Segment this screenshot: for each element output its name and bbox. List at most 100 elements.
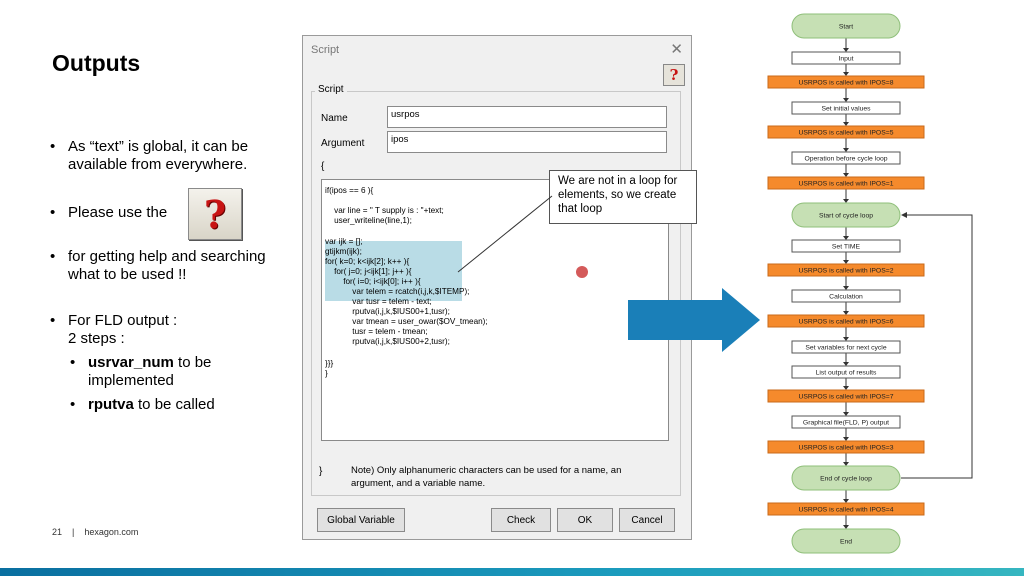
argument-label: Argument xyxy=(321,138,365,149)
code-line: for( k=0; k<ijk[2]; k++ ){ xyxy=(325,257,410,266)
code-line: gtijkm(ijk); xyxy=(325,247,362,256)
brace-open: { xyxy=(321,161,325,172)
flow-call-box xyxy=(767,314,925,328)
arrowhead-icon xyxy=(843,437,849,441)
arrowhead-icon xyxy=(843,386,849,390)
bullet-fld-output: For FLD output :2 steps : xyxy=(48,312,298,348)
flow-call-box xyxy=(767,440,925,454)
code-line: } xyxy=(325,369,328,378)
check-button[interactable]: Check xyxy=(491,508,551,532)
flow-call-box xyxy=(767,176,925,190)
code-line: }}} xyxy=(325,359,334,368)
cancel-button[interactable]: Cancel xyxy=(619,508,675,532)
question-icon: ? xyxy=(669,66,679,84)
code-line: tusr = telem - tmean; xyxy=(325,327,428,336)
code-line: for( j=0; j<ijk[1]; j++ ){ xyxy=(325,267,412,276)
flow-call-box xyxy=(767,389,925,403)
code-line: var line = " T supply is : "+text; xyxy=(325,206,444,215)
flow-node-label: USRPOS is called with IPOS=7 xyxy=(798,394,893,401)
flow-node-label: USRPOS is called with IPOS=2 xyxy=(798,268,893,275)
arrowhead-icon xyxy=(843,260,849,264)
flow-node-label: Start of cycle loop xyxy=(819,213,873,220)
arrowhead-icon xyxy=(843,412,849,416)
callout-box: We are not in a loop for elements, so we… xyxy=(549,170,697,224)
dialog-note: Note) Only alphanumeric characters can b… xyxy=(351,465,622,489)
bullet-global-text: As “text” is global, it can be available… xyxy=(48,138,298,174)
arrowhead-icon xyxy=(843,362,849,366)
arrowhead-icon xyxy=(843,311,849,315)
flow-node-label: Calculation xyxy=(829,294,863,301)
script-dialog: Script ✕ ? Script Name usrpos Argument i… xyxy=(302,35,692,540)
flow-node-label: Graphical file(FLD, P) output xyxy=(803,420,889,427)
flow-node-label: List output of results xyxy=(816,370,877,377)
flow-call-box xyxy=(767,263,925,277)
flow-node-label: Operation before cycle loop xyxy=(804,156,887,163)
mouse-pointer-icon xyxy=(576,266,588,278)
flow-process-box xyxy=(791,51,901,65)
flow-node-label: USRPOS is called with IPOS=4 xyxy=(798,507,893,514)
flow-call-box xyxy=(767,502,925,516)
page-number: 21 xyxy=(52,527,63,537)
flow-process-box xyxy=(791,151,901,165)
code-line: for( i=0; i<ijk[0]; i++ ){ xyxy=(325,277,421,286)
arrowhead-icon xyxy=(843,236,849,240)
flow-node-label: Set variables for next cycle xyxy=(805,345,886,352)
flow-process-box xyxy=(791,365,901,379)
ok-button[interactable]: OK xyxy=(557,508,613,532)
close-icon[interactable]: ✕ xyxy=(670,40,683,58)
loop-back-connector xyxy=(901,214,973,479)
flow-terminal xyxy=(791,202,901,228)
flow-call-box xyxy=(767,125,925,139)
group-label: Script xyxy=(315,84,347,95)
flow-node-label: USRPOS is called with IPOS=6 xyxy=(798,319,893,326)
bottom-bar xyxy=(0,568,1024,576)
sub-bullet-usrvar: usrvar_num to be implemented xyxy=(48,354,298,390)
flow-node-label: USRPOS is called with IPOS=8 xyxy=(798,80,893,87)
arrowhead-icon xyxy=(843,499,849,503)
arrowhead-icon xyxy=(843,286,849,290)
footer-site: hexagon.com xyxy=(84,527,139,537)
argument-field[interactable]: ipos xyxy=(387,131,667,153)
flow-terminal xyxy=(791,528,901,554)
code-line: user_writeline(line,1); xyxy=(325,216,412,225)
code-line: var tmean = user_owar($OV_tmean); xyxy=(325,317,488,326)
code-line: rputva(i,j,k,$IUS00+2,tusr); xyxy=(325,337,450,346)
flow-node-label: End of cycle loop xyxy=(820,476,872,483)
arrowhead-icon xyxy=(843,173,849,177)
arrowhead-icon xyxy=(843,462,849,466)
slide-title: Outputs xyxy=(52,50,141,76)
flow-call-box xyxy=(767,75,925,89)
flow-process-box xyxy=(791,289,901,303)
arrowhead-icon xyxy=(843,48,849,52)
arrowhead-icon xyxy=(843,199,849,203)
flow-node-label: Set initial values xyxy=(821,106,871,113)
arrowhead-icon xyxy=(843,122,849,126)
arrowhead-icon xyxy=(843,148,849,152)
dialog-help-button[interactable]: ? xyxy=(663,64,685,86)
sub-bullet-rputva: rputva to be called xyxy=(48,396,298,414)
name-field[interactable]: usrpos xyxy=(387,106,667,128)
slide-footer: 21 | hexagon.com xyxy=(52,527,139,537)
brace-close: } xyxy=(319,466,323,477)
flow-process-box xyxy=(791,340,901,354)
dialog-title: Script xyxy=(311,44,340,56)
flow-node-label: Input xyxy=(838,56,853,63)
arrowhead-icon xyxy=(843,525,849,529)
flow-node-label: USRPOS is called with IPOS=3 xyxy=(798,445,893,452)
flow-node-label: Start xyxy=(839,24,853,31)
flow-node-label: End xyxy=(840,539,852,546)
help-question-icon: ? xyxy=(188,188,242,240)
arrowhead-icon xyxy=(843,98,849,102)
flow-node-label: Set TIME xyxy=(832,244,861,251)
code-line: if(ipos == 6 ){ xyxy=(325,186,374,195)
bullet-help-desc: for getting help and searching what to b… xyxy=(48,248,298,284)
code-line: var tusr = telem - text; xyxy=(325,297,432,306)
flow-terminal xyxy=(791,13,901,39)
code-line: var telem = rcatch(i,j,k,$ITEMP); xyxy=(325,287,470,296)
flow-node-label: USRPOS is called with IPOS=5 xyxy=(798,130,893,137)
flow-process-box xyxy=(791,101,901,115)
flow-process-box xyxy=(791,415,901,429)
global-variable-button[interactable]: Global Variable xyxy=(317,508,405,532)
flow-terminal xyxy=(791,465,901,491)
arrowhead-icon xyxy=(901,212,907,218)
